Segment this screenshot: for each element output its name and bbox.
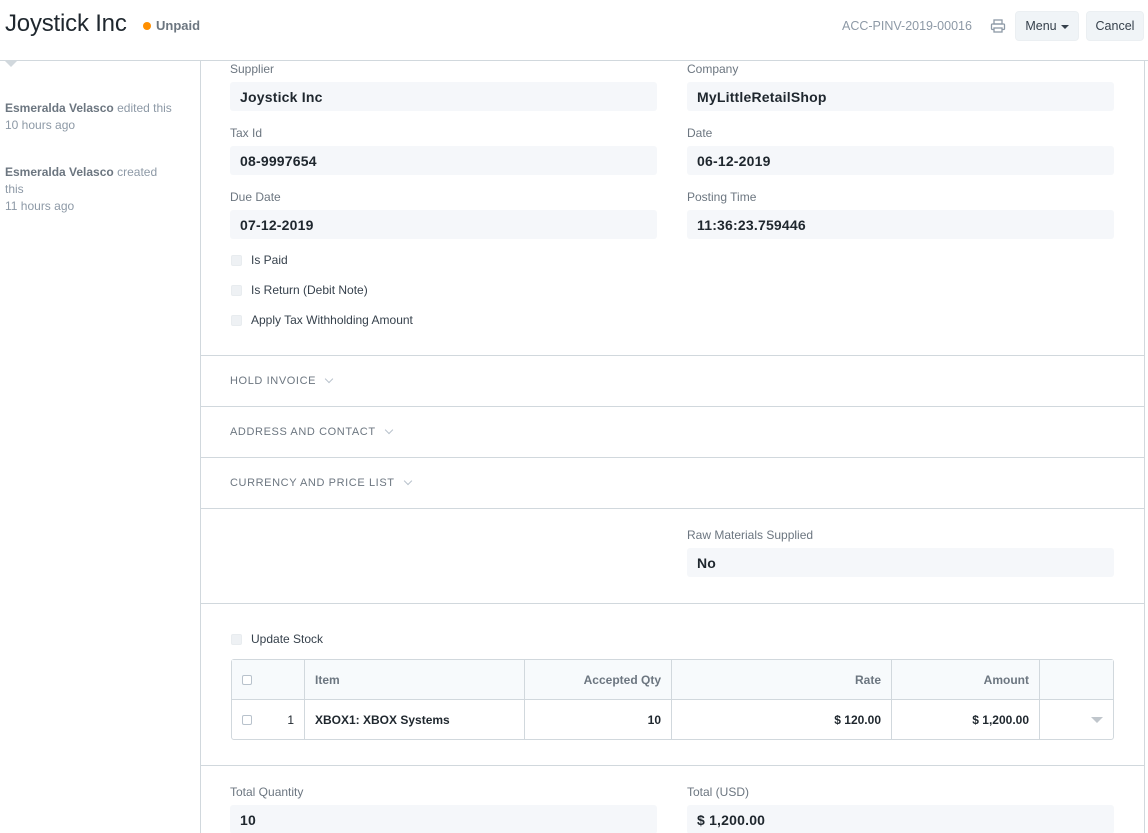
checkbox-box[interactable]	[231, 314, 242, 326]
section-address-contact[interactable]: ADDRESS AND CONTACT	[230, 425, 393, 438]
section-divider	[201, 508, 1145, 509]
column-header-amount: Amount	[892, 660, 1040, 699]
update-stock-checkbox[interactable]: Update Stock	[231, 632, 323, 646]
row-checkbox[interactable]	[242, 714, 252, 725]
column-header-rate: Rate	[672, 660, 892, 699]
chevron-down-icon	[324, 374, 334, 384]
is-paid-checkbox[interactable]: Is Paid	[231, 253, 288, 267]
column-header-actions	[1040, 660, 1113, 699]
cancel-button-label: Cancel	[1095, 19, 1135, 33]
form-body: Supplier Joystick Inc Company MyLittleRe…	[201, 61, 1145, 833]
checkbox-box[interactable]	[231, 633, 242, 645]
section-address-contact-label: ADDRESS AND CONTACT	[230, 426, 376, 438]
section-currency-price-list-label: CURRENCY AND PRICE LIST	[230, 477, 395, 489]
timeline-action: edited this	[117, 101, 172, 115]
total-quantity-label: Total Quantity	[230, 785, 304, 799]
timeline-time: 11 hours ago	[5, 199, 75, 213]
caret-down-icon	[1060, 25, 1069, 29]
status-indicator: Unpaid	[143, 18, 200, 33]
select-all-cell	[232, 660, 305, 699]
triangle-down-icon	[5, 61, 17, 67]
menu-button[interactable]: Menu	[1015, 11, 1079, 41]
checkbox-box[interactable]	[231, 254, 242, 266]
document-name: ACC-PINV-2019-00016	[842, 19, 972, 33]
company-field[interactable]: MyLittleRetailShop	[687, 82, 1114, 111]
section-hold-invoice[interactable]: HOLD INVOICE	[230, 374, 334, 387]
update-stock-label: Update Stock	[251, 632, 324, 646]
status-label: Unpaid	[156, 18, 201, 33]
row-edit-cell[interactable]	[1040, 700, 1113, 739]
due-date-label: Due Date	[230, 190, 281, 204]
posting-time-field[interactable]: 11:36:23.759446	[687, 210, 1114, 239]
timeline-user[interactable]: Esmeralda Velasco	[5, 165, 114, 179]
menu-button-label: Menu	[1025, 19, 1057, 33]
timeline-item: Esmeralda Velasco created this 11 hours …	[5, 164, 175, 215]
date-label: Date	[687, 126, 713, 140]
timeline-sidebar: Esmeralda Velasco edited this 10 hours a…	[0, 61, 201, 833]
section-divider	[201, 406, 1145, 407]
due-date-field[interactable]: 07-12-2019	[230, 210, 657, 239]
dropdown-arrow-icon[interactable]	[1091, 716, 1103, 723]
supplier-field[interactable]: Joystick Inc	[230, 82, 657, 111]
page-header: Joystick Inc Unpaid ACC-PINV-2019-00016 …	[0, 0, 1148, 61]
raw-materials-label: Raw Materials Supplied	[687, 528, 814, 542]
item-cell[interactable]: XBOX1: XBOX Systems	[305, 700, 525, 739]
posting-time-label: Posting Time	[687, 190, 757, 204]
total-field[interactable]: $ 1,200.00	[687, 805, 1114, 833]
column-header-item: Item	[305, 660, 525, 699]
is-return-checkbox[interactable]: Is Return (Debit Note)	[231, 283, 368, 297]
tax-id-field[interactable]: 08-9997654	[230, 146, 657, 175]
raw-materials-field[interactable]: No	[687, 548, 1114, 577]
apply-tds-checkbox[interactable]: Apply Tax Withholding Amount	[231, 313, 413, 327]
row-index: 1	[287, 712, 294, 727]
section-divider	[201, 765, 1145, 766]
section-currency-price-list[interactable]: CURRENCY AND PRICE LIST	[230, 476, 412, 489]
printer-icon[interactable]	[990, 19, 1006, 33]
section-divider	[201, 457, 1145, 458]
chevron-down-icon	[403, 476, 412, 486]
section-divider	[201, 355, 1145, 356]
checkbox-box[interactable]	[231, 284, 242, 296]
apply-tds-label: Apply Tax Withholding Amount	[251, 313, 413, 327]
status-dot	[143, 21, 151, 30]
amount-cell[interactable]: $ 1,200.00	[892, 700, 1040, 739]
row-select-cell: 1	[232, 700, 305, 739]
section-divider	[201, 603, 1145, 604]
supplier-label: Supplier	[230, 62, 275, 76]
section-hold-invoice-label: HOLD INVOICE	[230, 375, 317, 387]
items-table: Item Accepted Qty Rate Amount 1 XBOX1: X…	[231, 659, 1114, 740]
date-field[interactable]: 06-12-2019	[687, 146, 1114, 175]
tax-id-label: Tax Id	[230, 126, 263, 140]
table-row[interactable]: 1 XBOX1: XBOX Systems 10 $ 120.00 $ 1,20…	[232, 700, 1113, 740]
timeline-user[interactable]: Esmeralda Velasco	[5, 101, 114, 115]
rate-cell[interactable]: $ 120.00	[672, 700, 892, 739]
cancel-button[interactable]: Cancel	[1086, 11, 1144, 41]
page-title: Joystick Inc	[5, 10, 127, 37]
chevron-down-icon	[384, 425, 393, 435]
select-all-checkbox[interactable]	[242, 674, 252, 685]
is-return-label: Is Return (Debit Note)	[251, 283, 368, 297]
table-header-row: Item Accepted Qty Rate Amount	[232, 660, 1113, 700]
company-label: Company	[687, 62, 739, 76]
is-paid-label: Is Paid	[251, 253, 288, 267]
column-header-accepted-qty: Accepted Qty	[525, 660, 672, 699]
total-label: Total (USD)	[687, 785, 750, 799]
accepted-qty-cell[interactable]: 10	[525, 700, 672, 739]
total-quantity-field[interactable]: 10	[230, 805, 657, 833]
timeline-item: Esmeralda Velasco edited this 10 hours a…	[5, 100, 190, 134]
timeline-time: 10 hours ago	[5, 118, 76, 132]
